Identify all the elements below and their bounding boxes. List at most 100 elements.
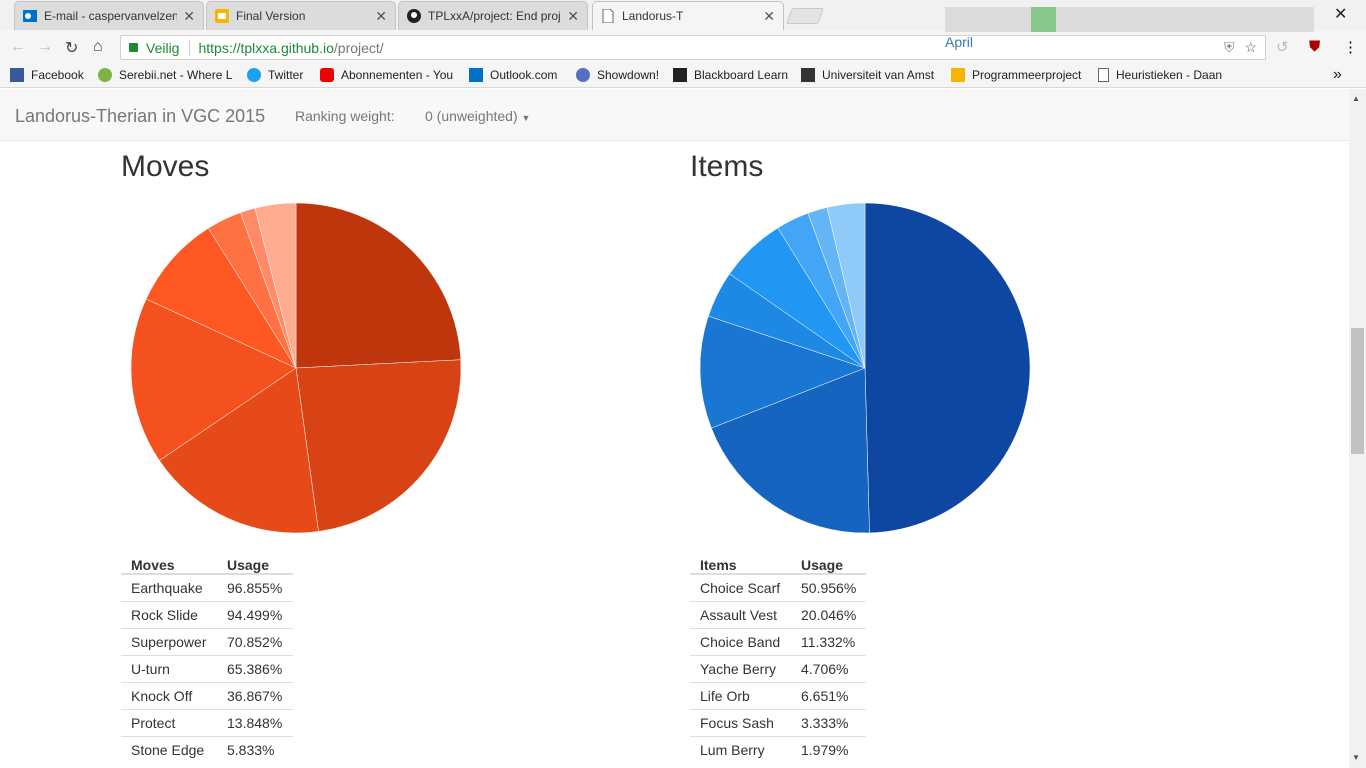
table-row: Life Orb 6.651%: [690, 681, 867, 709]
showdown-icon: [576, 68, 590, 82]
page-icon: [602, 9, 614, 23]
menu-icon[interactable]: ⋮: [1343, 38, 1358, 56]
forward-icon[interactable]: →: [37, 38, 53, 56]
close-window-icon[interactable]: ✕: [1334, 4, 1347, 24]
item-name: Choice Band: [690, 627, 791, 655]
move-usage: 94.499%: [217, 600, 293, 628]
pie-slice[interactable]: [295, 359, 462, 532]
table-header-row: Moves Usage: [121, 548, 293, 575]
url-host: https://tplxxa.github.io: [198, 39, 334, 56]
extension-icon[interactable]: ↺: [1276, 38, 1289, 56]
facebook-icon: [10, 68, 24, 82]
close-tab-icon[interactable]: ✕: [567, 8, 579, 25]
item-usage: 50.956%: [791, 573, 867, 601]
move-name: Protect: [121, 708, 217, 736]
pie-slice[interactable]: [295, 202, 462, 369]
bookmark-label: Outlook.com: [490, 68, 558, 82]
pie-slice[interactable]: [864, 202, 1031, 534]
column-header-moves: Moves: [121, 548, 217, 575]
month-slider[interactable]: [945, 7, 1314, 32]
bookmark-label: Serebii.net - Where L: [119, 68, 233, 82]
column-header-usage: Usage: [217, 548, 293, 575]
tab-final-version[interactable]: Final Version ✕: [206, 1, 396, 30]
page-title[interactable]: Landorus-Therian in VGC 2015: [15, 106, 265, 127]
bookmark-showdown[interactable]: Showdown!: [576, 68, 659, 82]
move-usage: 96.855%: [217, 573, 293, 601]
tab-github[interactable]: TPLxxA/project: End proj ✕: [398, 1, 588, 30]
table-row: Rock Slide 94.499%: [121, 600, 293, 628]
bookmark-facebook[interactable]: Facebook: [10, 68, 84, 82]
close-tab-icon[interactable]: ✕: [375, 8, 387, 25]
item-usage: 20.046%: [791, 600, 867, 628]
item-name: Focus Sash: [690, 708, 791, 736]
bookmark-label: Blackboard Learn: [694, 68, 789, 82]
month-slider-handle[interactable]: [1031, 7, 1056, 32]
move-usage: 36.867%: [217, 681, 293, 709]
item-name: Assault Vest: [690, 600, 791, 628]
tab-landorus[interactable]: Landorus-T ✕: [592, 1, 784, 30]
table-row: Knock Off 36.867%: [121, 681, 293, 709]
move-name: U-turn: [121, 654, 217, 682]
scroll-up-icon[interactable]: ▲: [1352, 94, 1360, 103]
ranking-weight-dropdown[interactable]: 0 (unweighted) ▼: [425, 108, 530, 124]
reload-icon[interactable]: ↻: [65, 38, 78, 58]
bookmark-youtube[interactable]: Abonnementen - You: [320, 68, 456, 82]
back-icon[interactable]: ←: [10, 38, 26, 56]
lock-icon: [129, 43, 138, 52]
move-name: Superpower: [121, 627, 217, 655]
tab-title: Final Version: [236, 9, 306, 23]
tab-title: Landorus-T: [622, 9, 684, 23]
outlook-icon: [469, 68, 483, 82]
tab-email[interactable]: E-mail - caspervanvelzen ✕: [14, 1, 204, 30]
uva-icon: [801, 68, 815, 82]
shield-icon[interactable]: ⛨: [1224, 39, 1235, 55]
bookmark-programmeerproject[interactable]: Programmeerproject: [951, 68, 1081, 82]
close-tab-icon[interactable]: ✕: [183, 8, 195, 25]
ublock-icon[interactable]: ⛊: [1309, 38, 1320, 55]
bookmark-blackboard[interactable]: Blackboard Learn: [673, 68, 788, 82]
bookmark-label: Programmeerproject: [972, 68, 1082, 82]
move-usage: 65.386%: [217, 654, 293, 682]
ranking-weight-value: 0 (unweighted): [425, 108, 518, 124]
bookmark-uva[interactable]: Universiteit van Amst: [801, 68, 939, 82]
table-row: Protect 13.848%: [121, 708, 293, 736]
divider: [189, 39, 191, 56]
table-row: Focus Sash 3.333%: [690, 708, 867, 736]
address-bar[interactable]: Veilig https://tplxxa.github.io/project/…: [120, 35, 1266, 60]
bookmark-label: Abonnementen - You: [341, 68, 454, 82]
bookmarks-overflow-icon[interactable]: »: [1333, 66, 1342, 84]
bookmark-twitter[interactable]: Twitter: [247, 68, 303, 82]
scrollbar-thumb[interactable]: [1351, 328, 1364, 454]
item-name: Yache Berry: [690, 654, 791, 682]
bookmark-heuristieken[interactable]: Heuristieken - Daan: [1098, 68, 1222, 82]
table-row: Assault Vest 20.046%: [690, 600, 867, 628]
secure-label: Veilig: [146, 39, 180, 56]
home-icon[interactable]: ⌂: [93, 38, 103, 56]
table-row: Choice Band 11.332%: [690, 627, 867, 655]
bookmark-outlook[interactable]: Outlook.com: [469, 68, 557, 82]
table-row: Earthquake 96.855%: [121, 573, 293, 601]
close-tab-icon[interactable]: ✕: [763, 8, 775, 25]
item-name: Life Orb: [690, 681, 791, 709]
move-usage: 13.848%: [217, 708, 293, 736]
move-name: Knock Off: [121, 681, 217, 709]
bookmarks-bar: Facebook Serebii.net - Where L Twitter A…: [0, 64, 1366, 88]
bookmark-label: Twitter: [268, 68, 304, 82]
move-name: Stone Edge: [121, 735, 217, 763]
github-icon: [407, 9, 421, 23]
moves-table: Moves Usage Earthquake 96.855% Rock Slide…: [121, 548, 293, 763]
scroll-down-icon[interactable]: ▼: [1352, 753, 1360, 762]
bookmark-serebii[interactable]: Serebii.net - Where L: [98, 68, 236, 82]
twitter-icon: [247, 68, 261, 82]
new-tab-button[interactable]: [786, 8, 824, 24]
caret-down-icon: ▼: [521, 113, 531, 123]
slides-icon: [951, 68, 965, 82]
page-icon: [1098, 68, 1109, 82]
table-row: U-turn 65.386%: [121, 654, 293, 682]
blackboard-icon: [673, 68, 687, 82]
moves-pie-chart: [130, 202, 462, 534]
items-heading: Items: [690, 150, 764, 183]
move-usage: 5.833%: [217, 735, 293, 763]
table-row: Yache Berry 4.706%: [690, 654, 867, 682]
star-icon[interactable]: ☆: [1244, 39, 1257, 55]
